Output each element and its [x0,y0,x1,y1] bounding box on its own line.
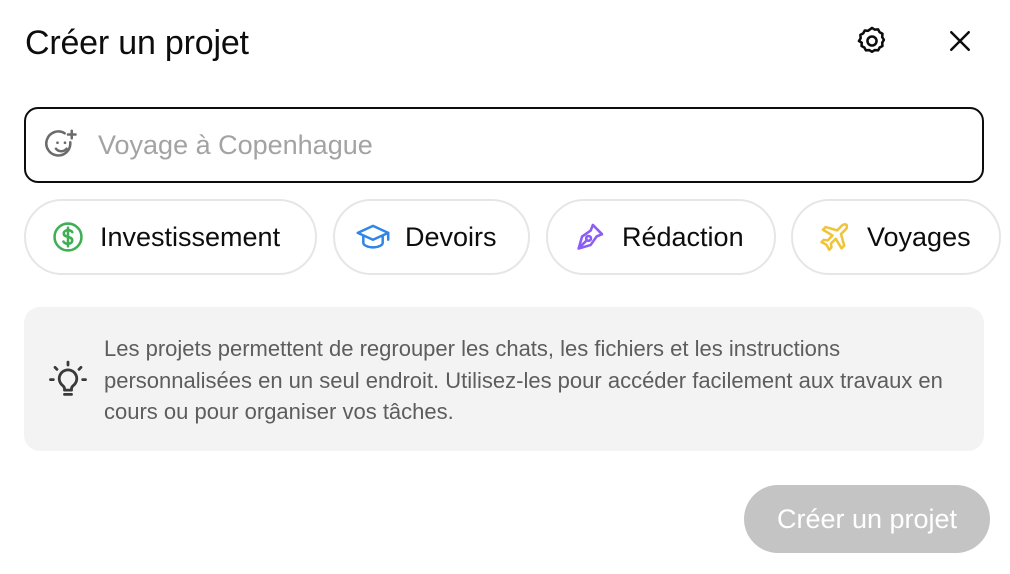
emoji-add-icon[interactable] [44,127,80,163]
graduation-cap-icon [355,219,391,255]
chip-label: Devoirs [405,221,497,252]
close-button[interactable] [938,21,982,65]
info-text: Les projets permettent de regrouper les … [104,336,943,424]
chip-label: Voyages [867,221,971,252]
pen-nib-icon [572,219,608,255]
lightbulb-icon [46,358,90,402]
chip-voyages[interactable]: Voyages [791,199,1001,275]
create-project-dialog: Créer un projet Voyage à Copenhague Inve… [0,0,1010,574]
chip-label: Rédaction [622,221,744,252]
settings-button[interactable] [850,21,894,65]
project-name-input[interactable] [98,125,982,165]
chip-redaction[interactable]: Rédaction [546,199,776,275]
gear-icon [855,24,889,63]
chip-devoirs[interactable]: Devoirs [333,199,530,275]
create-project-button[interactable]: Créer un projet [744,485,990,553]
dollar-circle-icon [50,219,86,255]
airplane-icon [817,219,853,255]
dialog-title: Créer un projet [25,24,249,62]
chip-investissement[interactable]: Investissement [24,199,317,275]
project-name-field[interactable] [24,107,984,183]
info-box: Les projets permettent de regrouper les … [24,307,984,451]
chip-label: Investissement [100,221,281,252]
close-icon [945,26,975,61]
